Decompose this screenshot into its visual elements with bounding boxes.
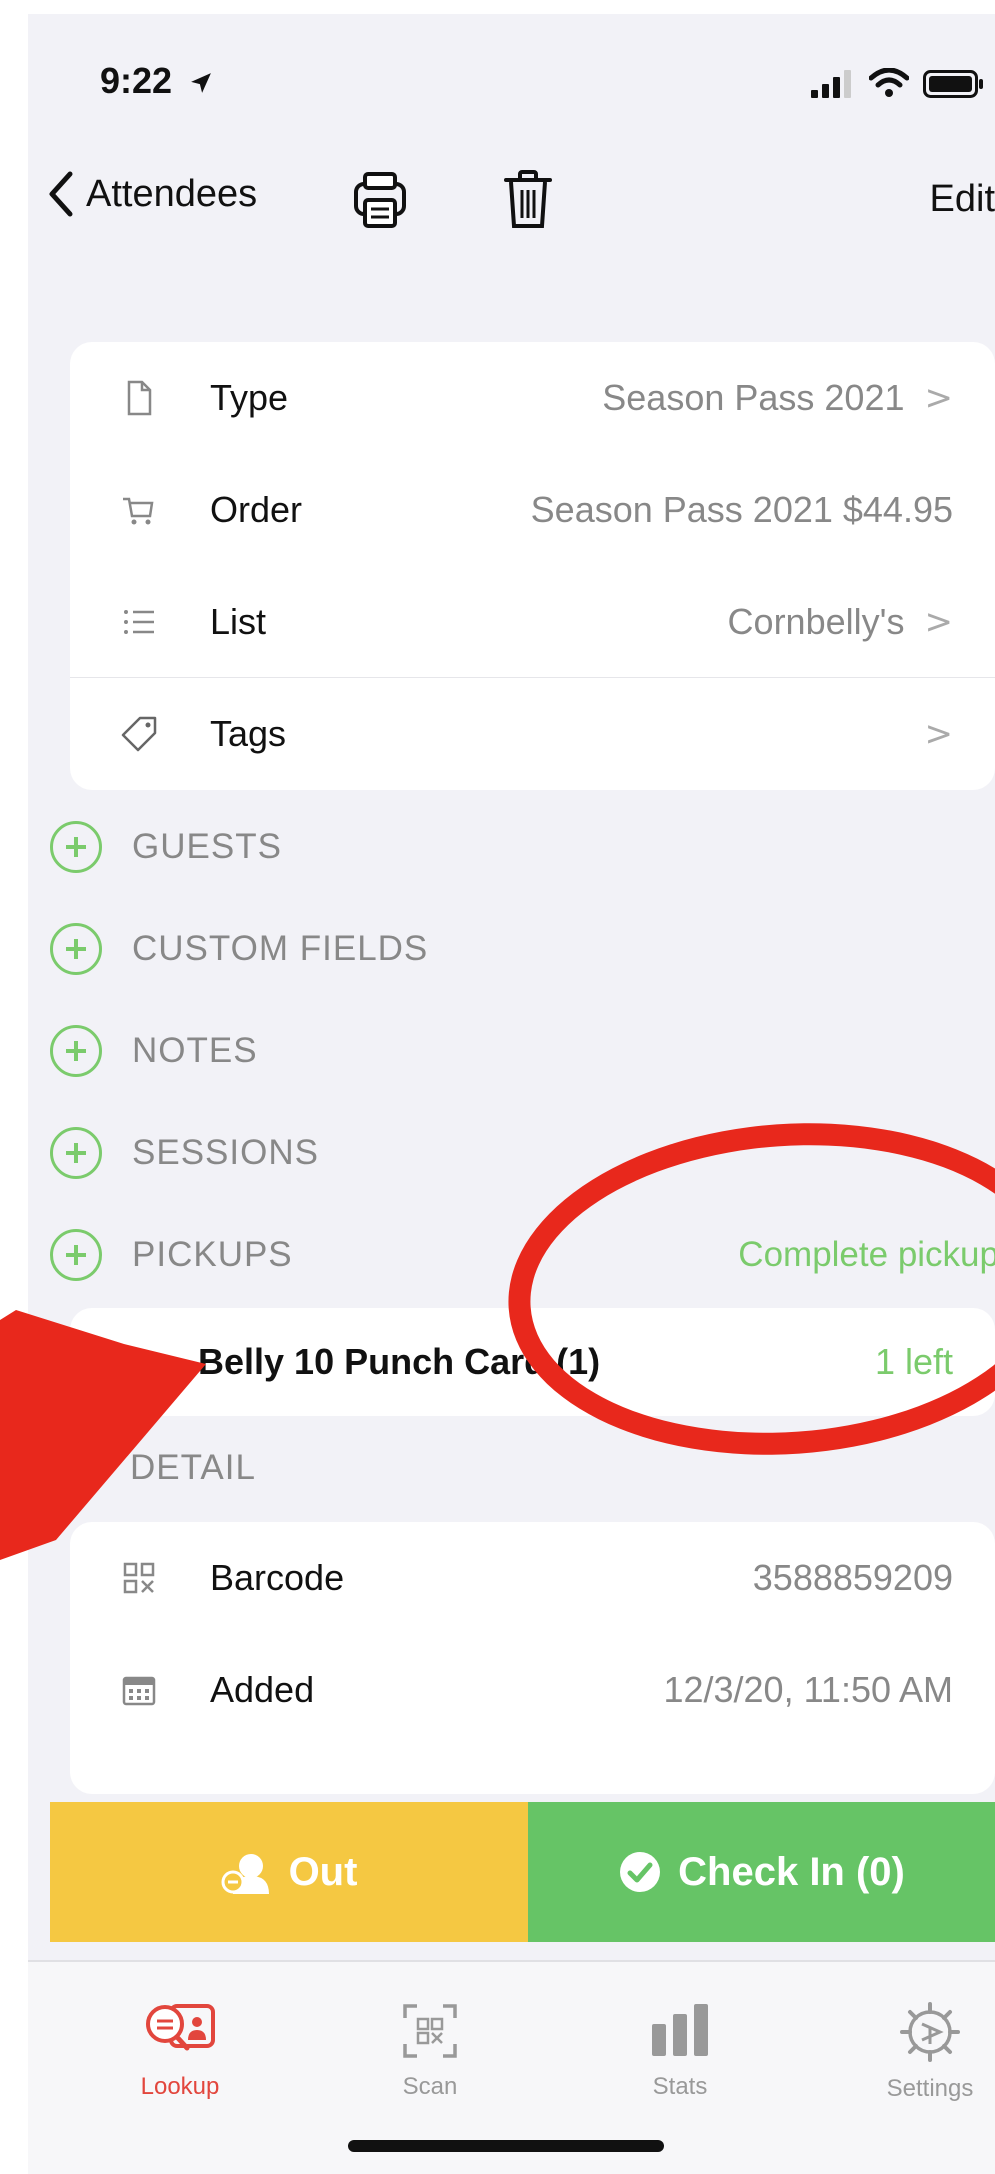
back-button[interactable]: Attendees bbox=[46, 170, 257, 218]
tab-settings[interactable]: Settings bbox=[850, 2002, 995, 2103]
app-screen: 9:22 Attendees Edit Type Season Pass 202… bbox=[28, 14, 995, 2174]
row-value: Season Pass 2021 $44.95 bbox=[531, 489, 953, 531]
row-label: Barcode bbox=[210, 1557, 345, 1598]
list-row[interactable]: List Cornbelly's > bbox=[70, 566, 995, 678]
tags-row[interactable]: Tags > bbox=[70, 678, 995, 790]
row-value: > bbox=[925, 714, 954, 754]
row-value: Cornbelly's > bbox=[728, 601, 953, 643]
row-label: Type bbox=[210, 377, 289, 418]
row-label: Order bbox=[210, 489, 303, 530]
add-pickup-icon[interactable] bbox=[50, 1229, 102, 1281]
checkmark-circle-icon bbox=[620, 1852, 661, 1892]
pickup-group: Belly 10 Punch Card (1) 1 left bbox=[70, 1308, 995, 1416]
section-title: CUSTOM FIELDS bbox=[132, 929, 429, 968]
check-in-label: Check In (0) bbox=[678, 1849, 905, 1894]
custom-fields-section: CUSTOM FIELDS bbox=[50, 913, 995, 985]
tab-label: Scan bbox=[402, 2073, 458, 2100]
row-label: List bbox=[210, 601, 267, 642]
user-out-icon bbox=[221, 1854, 269, 1894]
stats-icon bbox=[652, 2004, 708, 2056]
tab-label: Stats bbox=[652, 2073, 708, 2100]
type-row[interactable]: Type Season Pass 2021 > bbox=[70, 342, 995, 454]
add-custom-field-icon[interactable] bbox=[50, 923, 102, 975]
location-arrow-icon bbox=[191, 73, 211, 94]
chevron-right-icon: > bbox=[924, 602, 954, 642]
pickup-item-name: Belly 10 Punch Card (1) bbox=[198, 1341, 601, 1382]
complete-pickup-button[interactable]: Complete pickup bbox=[738, 1235, 995, 1275]
print-icon[interactable] bbox=[350, 168, 410, 232]
add-session-icon[interactable] bbox=[50, 1127, 102, 1179]
detail-section-title: DETAIL bbox=[130, 1448, 256, 1487]
pickups-section: PICKUPS Complete pickup bbox=[50, 1219, 995, 1291]
detail-group: Barcode 3588859209 Added 12/3/20, 11:50 … bbox=[70, 1522, 995, 1794]
calendar-icon bbox=[122, 1676, 156, 1706]
order-value: Season Pass 2021 $44.95 bbox=[530, 489, 953, 530]
sessions-section: SESSIONS bbox=[50, 1117, 995, 1189]
lookup-icon bbox=[146, 2004, 215, 2051]
barcode-row: Barcode 3588859209 bbox=[70, 1522, 995, 1634]
tab-scan[interactable]: Scan bbox=[350, 2002, 510, 2101]
tab-label: Settings bbox=[886, 2075, 974, 2102]
tag-icon bbox=[121, 716, 157, 752]
section-title: NOTES bbox=[132, 1031, 258, 1070]
pickup-item-row[interactable]: Belly 10 Punch Card (1) 1 left bbox=[70, 1308, 995, 1416]
row-label: Added bbox=[210, 1669, 315, 1710]
section-title: SESSIONS bbox=[132, 1133, 319, 1172]
notes-section: NOTES bbox=[50, 1015, 995, 1087]
settings-icon bbox=[900, 2002, 960, 2062]
row-label: Tags bbox=[210, 713, 287, 754]
wifi-icon bbox=[869, 68, 909, 97]
status-icons bbox=[811, 68, 985, 98]
section-title: GUESTS bbox=[132, 827, 282, 866]
row-value: Season Pass 2021 > bbox=[602, 377, 953, 419]
tab-label: Lookup bbox=[140, 2073, 220, 2100]
list-value: Cornbelly's bbox=[727, 601, 905, 642]
barcode-value: 3588859209 bbox=[752, 1557, 953, 1598]
add-guest-icon[interactable] bbox=[50, 821, 102, 873]
scan-icon bbox=[403, 2004, 457, 2058]
document-icon bbox=[127, 380, 152, 416]
barcode-icon bbox=[123, 1562, 155, 1594]
pickup-item-status: 1 left bbox=[874, 1341, 953, 1382]
type-value: Season Pass 2021 bbox=[602, 377, 905, 418]
back-label: Attendees bbox=[86, 172, 258, 215]
section-title: PICKUPS bbox=[132, 1235, 293, 1274]
time-label: 9:22 bbox=[100, 60, 173, 101]
tab-stats[interactable]: Stats bbox=[600, 2002, 760, 2101]
navigation-bar: Attendees Edit bbox=[28, 154, 995, 244]
home-indicator bbox=[348, 2140, 664, 2152]
cellular-signal-icon bbox=[811, 70, 851, 98]
add-note-icon[interactable] bbox=[50, 1025, 102, 1077]
chevron-right-icon: > bbox=[924, 378, 954, 418]
guests-section: GUESTS bbox=[50, 811, 995, 883]
cart-icon bbox=[123, 497, 154, 525]
out-button[interactable]: Out bbox=[50, 1802, 528, 1942]
tab-lookup[interactable]: Lookup bbox=[100, 2002, 260, 2101]
added-value: 12/3/20, 11:50 AM bbox=[663, 1669, 953, 1710]
chevron-left-icon bbox=[49, 171, 73, 217]
out-label: Out bbox=[288, 1849, 358, 1894]
info-group: Type Season Pass 2021 > Order Season Pass… bbox=[70, 342, 995, 790]
chevron-right-icon: > bbox=[924, 714, 954, 754]
status-bar: 9:22 bbox=[28, 14, 995, 124]
added-row: Added 12/3/20, 11:50 AM bbox=[70, 1634, 995, 1746]
trash-icon[interactable] bbox=[498, 168, 558, 232]
order-row[interactable]: Order Season Pass 2021 $44.95 bbox=[70, 454, 995, 566]
battery-icon bbox=[923, 70, 983, 98]
list-icon bbox=[124, 610, 154, 634]
edit-button[interactable]: Edit bbox=[930, 178, 995, 221]
check-in-button[interactable]: Check In (0) bbox=[528, 1802, 995, 1942]
status-time: 9:22 bbox=[100, 60, 212, 102]
